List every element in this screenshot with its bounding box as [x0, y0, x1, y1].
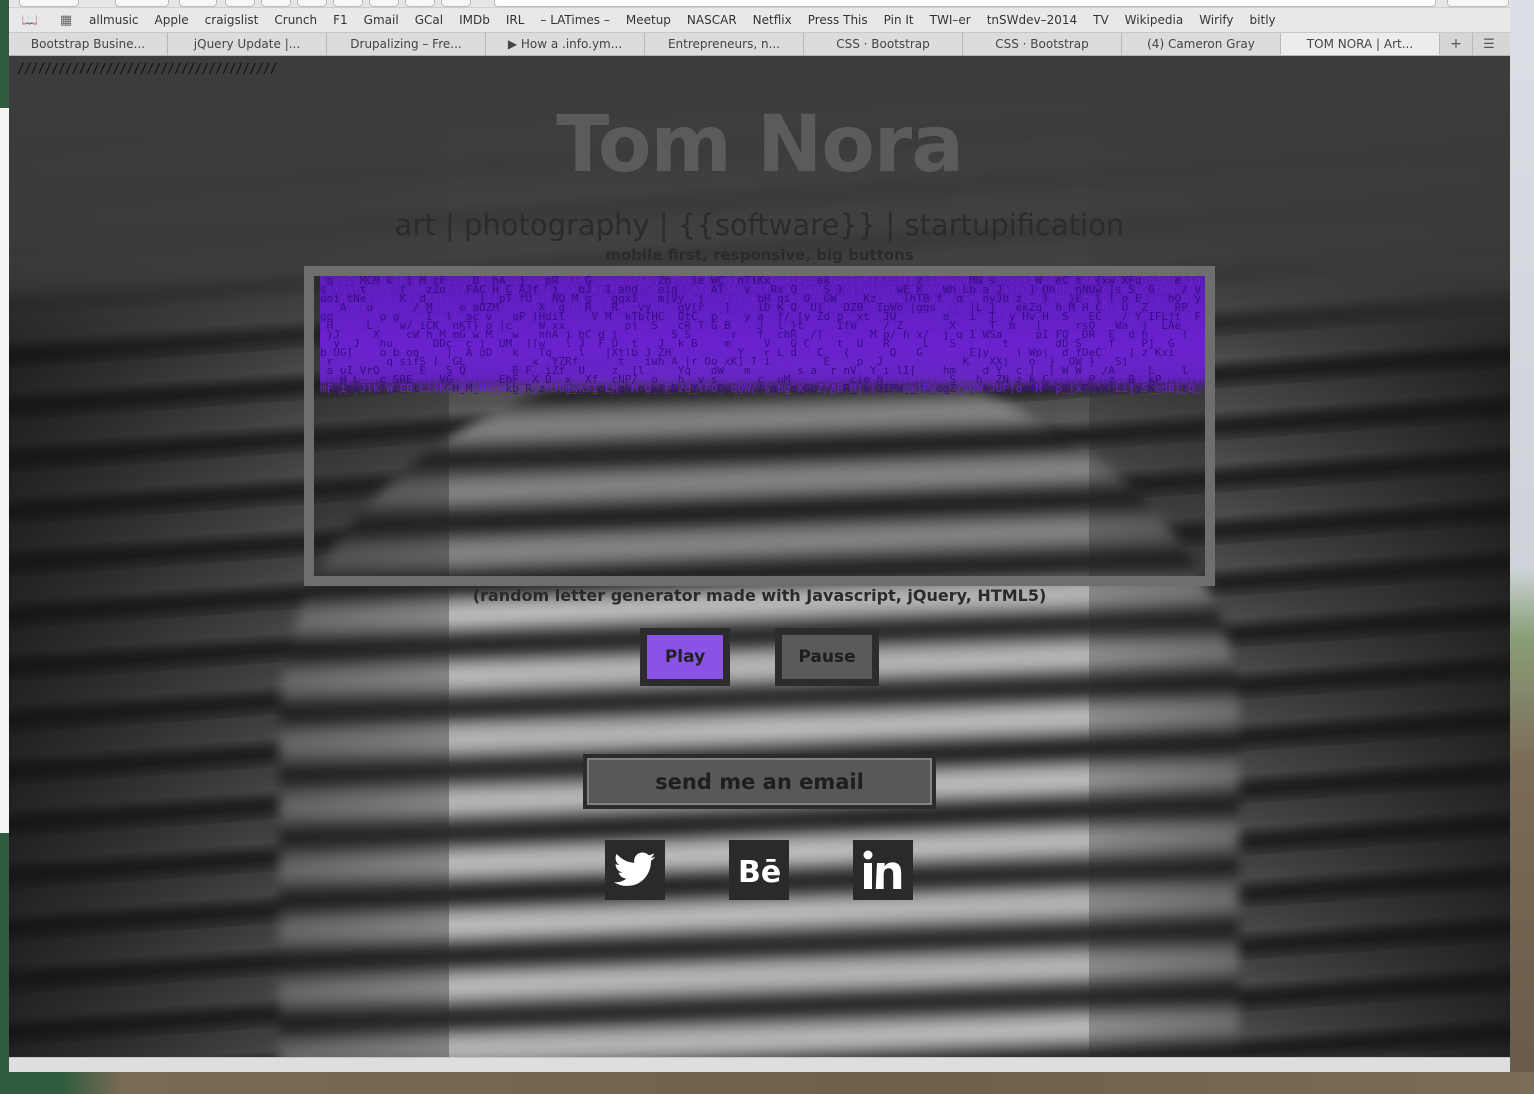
- browser-tab[interactable]: jQuery Update |...: [168, 33, 327, 55]
- letter-generator-canvas: CgzeIqMCMGk[h]yMjzFiuenBIShAcN]zzApRpX}R…: [314, 276, 1205, 576]
- bookmark-item[interactable]: IRL: [506, 13, 525, 27]
- twitter-icon: [614, 852, 656, 886]
- toolbar-button[interactable]: [115, 0, 169, 7]
- browser-tab[interactable]: (4) Cameron Gray: [1122, 33, 1281, 55]
- bookmark-item[interactable]: F1: [333, 13, 348, 27]
- browser-tab[interactable]: ▶ How a .info.ym...: [486, 33, 645, 55]
- svg-text:Bē: Bē: [738, 855, 781, 885]
- decorative-slashes: //////////////////////////////////////: [17, 62, 277, 77]
- bookmark-item[interactable]: TV: [1093, 13, 1109, 27]
- top-sites-grid-icon[interactable]: ▦: [57, 13, 75, 28]
- bookmark-item[interactable]: Wirify: [1199, 13, 1233, 27]
- toolbar-button[interactable]: [297, 0, 327, 7]
- bookmark-item[interactable]: tnSWdev–2014: [987, 13, 1077, 27]
- bookmark-item[interactable]: bitly: [1250, 13, 1276, 27]
- bookmark-item[interactable]: Apple: [155, 13, 189, 27]
- site-title: Tom Nora: [556, 100, 964, 190]
- browser-tab[interactable]: Entrepreneurs, n...: [645, 33, 804, 55]
- browser-window: 📖 ▦ allmusic Apple craigslist Crunch F1 …: [9, 0, 1510, 1072]
- browser-toolbar: [9, 0, 1510, 8]
- bookmark-item[interactable]: NASCAR: [687, 13, 737, 27]
- bookmarks-bar: 📖 ▦ allmusic Apple craigslist Crunch F1 …: [9, 8, 1510, 33]
- letter-generator-frame: CgzeIqMCMGk[h]yMjzFiuenBIShAcN]zzApRpX}R…: [304, 266, 1215, 586]
- address-bar[interactable]: [494, 0, 1436, 7]
- toolbar-button[interactable]: [333, 0, 363, 7]
- bookmark-item[interactable]: GCal: [415, 13, 443, 27]
- behance-icon: Bē: [738, 855, 781, 885]
- reader-button[interactable]: [1447, 0, 1509, 7]
- behance-link[interactable]: Bē: [729, 840, 789, 900]
- desktop-right-edge: [1510, 0, 1534, 1094]
- reading-list-icon[interactable]: 📖: [21, 13, 39, 28]
- toolbar-button[interactable]: [369, 0, 399, 7]
- desktop-left-edge: [0, 0, 10, 1094]
- linkedin-link[interactable]: [853, 840, 913, 900]
- bookmark-item[interactable]: Meetup: [626, 13, 671, 27]
- bookmark-item[interactable]: IMDb: [459, 13, 490, 27]
- bookmark-item[interactable]: Netflix: [753, 13, 792, 27]
- bookmark-item[interactable]: – LATimes –: [540, 13, 610, 27]
- twitter-link[interactable]: [605, 840, 665, 900]
- generator-caption: (random letter generator made with Javas…: [472, 586, 1047, 605]
- back-forward-button[interactable]: [19, 0, 79, 7]
- bookmark-item[interactable]: craigslist: [205, 13, 259, 27]
- toolbar-button[interactable]: [225, 0, 255, 7]
- pause-button[interactable]: Pause: [775, 628, 879, 686]
- desktop-bottom-edge: [0, 1072, 1534, 1094]
- site-tagline: art | photography | {{software}} | start…: [394, 208, 1125, 242]
- toolbar-button[interactable]: [405, 0, 435, 7]
- bookmark-item[interactable]: TWI–er: [930, 13, 971, 27]
- pause-button-label: Pause: [798, 647, 856, 667]
- linkedin-icon: [863, 850, 902, 889]
- tab-bar: Bootstrap Busine... jQuery Update |... D…: [9, 33, 1510, 56]
- browser-tab-active[interactable]: TOM NORA | Art...: [1281, 33, 1440, 55]
- web-page: ////////////////////////////////////// T…: [9, 56, 1510, 1057]
- status-bar: [9, 1057, 1510, 1072]
- bookmark-item[interactable]: Gmail: [364, 13, 399, 27]
- email-button[interactable]: send me an email: [583, 754, 936, 809]
- bookmark-item[interactable]: Wikipedia: [1125, 13, 1184, 27]
- browser-tab[interactable]: Bootstrap Busine...: [9, 33, 168, 55]
- browser-tab[interactable]: CSS · Bootstrap: [804, 33, 963, 55]
- new-tab-icon[interactable]: +: [1440, 33, 1473, 55]
- browser-tab[interactable]: Drupalizing – Fre...: [327, 33, 486, 55]
- generated-letters: CgzeIqMCMGk[h]yMjzFiuenBIShAcN]zzApRpX}R…: [320, 276, 1205, 394]
- bookmark-item[interactable]: Press This: [808, 13, 868, 27]
- tab-overview-icon[interactable]: ☰: [1473, 33, 1505, 55]
- toolbar-button[interactable]: [441, 0, 471, 7]
- bookmark-item[interactable]: Pin It: [884, 13, 914, 27]
- toolbar-button[interactable]: [261, 0, 291, 7]
- bookmark-item[interactable]: Crunch: [274, 13, 317, 27]
- play-button[interactable]: Play: [640, 628, 730, 686]
- bookmark-item[interactable]: allmusic: [89, 13, 139, 27]
- toolbar-button[interactable]: [179, 0, 217, 7]
- email-button-label: send me an email: [655, 769, 864, 794]
- site-subtagline: mobile first, responsive, big buttons: [605, 246, 914, 264]
- browser-tab[interactable]: CSS · Bootstrap: [963, 33, 1122, 55]
